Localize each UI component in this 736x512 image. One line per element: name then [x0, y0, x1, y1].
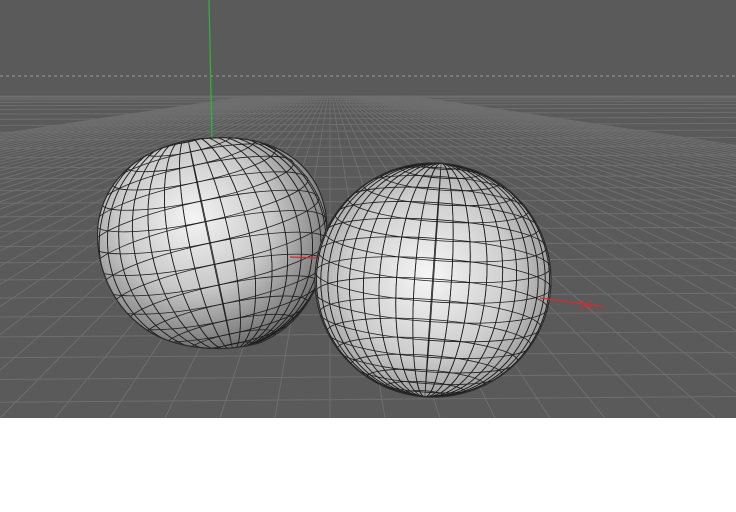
viewport-canvas[interactable]	[0, 0, 736, 418]
empty-area-below-viewport	[0, 418, 736, 512]
3d-viewport[interactable]	[0, 0, 736, 418]
